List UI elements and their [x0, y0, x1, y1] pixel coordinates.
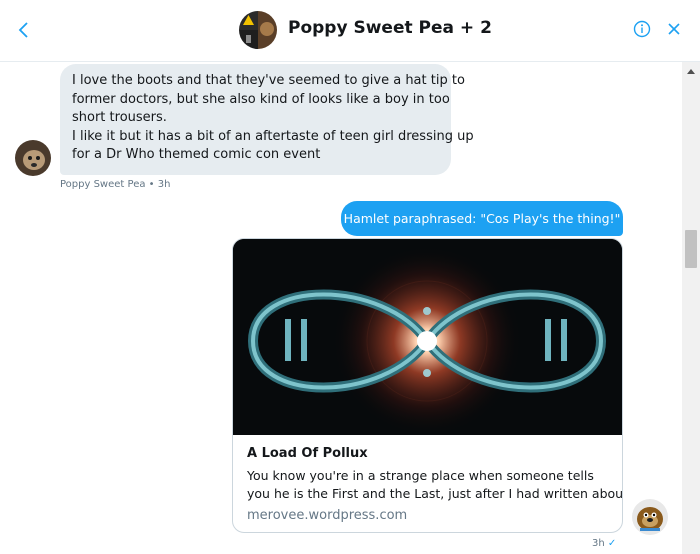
card-description: You know you're in a strange place when … — [247, 467, 623, 503]
message-line: short trousers. — [72, 110, 167, 126]
card-description-line: you he is the First and the Last, just a… — [247, 486, 623, 501]
link-preview-card[interactable]: A Load Of Pollux You know you're in a st… — [232, 238, 623, 533]
back-button[interactable] — [14, 18, 34, 42]
scrollbar[interactable] — [682, 62, 700, 554]
conversation-header: Poppy Sweet Pea + 2 — [0, 0, 700, 62]
scrollbar-thumb[interactable] — [685, 230, 697, 268]
card-image — [233, 239, 622, 436]
conversation-title: Poppy Sweet Pea + 2 — [288, 18, 492, 38]
own-avatar[interactable] — [632, 499, 668, 535]
card-url[interactable]: merovee.wordpress.com — [247, 508, 407, 523]
message-time: 3h — [592, 538, 605, 549]
sender-avatar[interactable] — [15, 140, 51, 176]
message-meta: 3h ✓ — [592, 538, 616, 549]
close-button[interactable] — [665, 20, 683, 38]
group-avatar[interactable] — [239, 11, 277, 49]
message-line: for a Dr Who themed comic con event — [72, 147, 321, 163]
card-title: A Load Of Pollux — [247, 446, 368, 461]
chevron-left-icon — [18, 22, 28, 38]
message-line: former doctors, but she also kind of loo… — [72, 91, 450, 107]
message-meta: Poppy Sweet Pea • 3h — [60, 179, 171, 190]
sent-check-icon: ✓ — [607, 538, 617, 549]
outgoing-message-bubble: Hamlet paraphrased: "Cos Play's the thin… — [341, 201, 623, 236]
message-line: I love the boots and that they've seemed… — [72, 73, 465, 88]
card-description-line: You know you're in a strange place when … — [247, 468, 594, 483]
info-button[interactable] — [633, 20, 651, 38]
scroll-up-arrow-icon[interactable] — [682, 66, 700, 76]
message-line: I like it but it has a bit of an afterta… — [72, 128, 474, 144]
close-icon — [668, 23, 680, 35]
incoming-message-bubble: I love the boots and that they've seemed… — [60, 64, 474, 175]
info-icon — [633, 20, 651, 38]
